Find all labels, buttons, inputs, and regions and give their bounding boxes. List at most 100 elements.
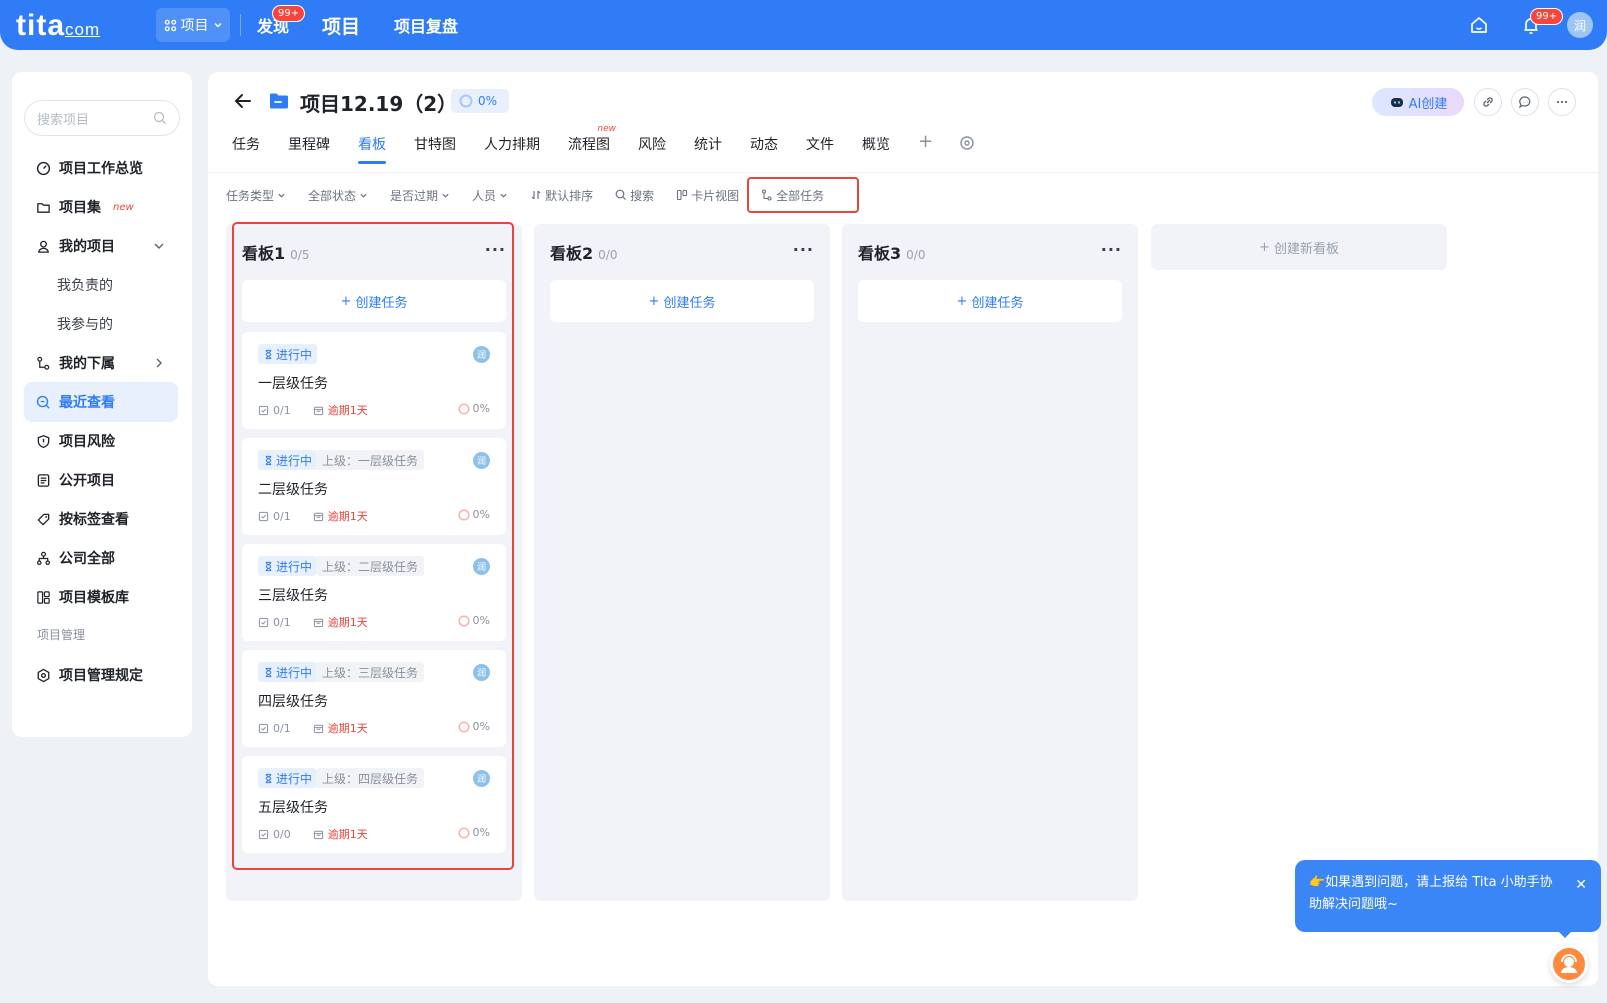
chevron-down-icon: [154, 243, 164, 249]
filter-people[interactable]: 人员: [472, 187, 508, 204]
chevron-down-icon: [442, 193, 449, 198]
board-highlight-frame: [232, 222, 514, 870]
back-arrow-icon[interactable]: [232, 90, 254, 112]
tab-risk[interactable]: 风险: [638, 134, 666, 164]
tab-statistics[interactable]: 统计: [694, 134, 722, 164]
sidebar-item-participated[interactable]: 我参与的: [24, 304, 178, 344]
tita-logo[interactable]: titacom: [16, 9, 100, 43]
dashboard-icon: [36, 161, 51, 175]
more-button[interactable]: [1548, 88, 1576, 116]
sidebar-item-overview[interactable]: 项目工作总览: [24, 148, 178, 188]
user-icon: [38, 240, 49, 253]
link-button[interactable]: [1474, 88, 1502, 116]
sidebar-item-tags[interactable]: 按标签查看: [24, 499, 178, 539]
sidebar-item-my-projects[interactable]: 我的项目: [24, 226, 178, 266]
column-more-button[interactable]: ···: [793, 240, 814, 259]
tooltip-pointer: [1557, 930, 1573, 938]
sidebar-item-recent[interactable]: 最近查看: [24, 382, 178, 422]
assistant-avatar[interactable]: [1550, 945, 1588, 983]
sidebar-item-rules[interactable]: 项目管理规定: [24, 655, 178, 695]
sidebar-item-subordinates[interactable]: 我的下属: [24, 343, 178, 383]
page-title: 项目12.19（2）: [300, 92, 458, 116]
tab-tasks[interactable]: 任务: [232, 134, 260, 164]
user-avatar[interactable]: 润: [1567, 12, 1593, 38]
chevron-right-icon: [156, 358, 162, 368]
nav-discover[interactable]: 发现 99+: [257, 0, 306, 50]
chat-bubble-icon: [1519, 96, 1531, 109]
tab-flowchart[interactable]: 流程图 new: [568, 124, 616, 164]
chevron-down-icon: [278, 193, 285, 198]
app-switcher-label: 项目: [180, 18, 209, 34]
all-tasks-filter[interactable]: 全部任务: [747, 177, 860, 213]
helper-tooltip: 👉如果遇到问题，请上报给 Tita 小助手协助解决问题哦~ ✕: [1295, 860, 1601, 932]
chevron-down-icon: [360, 193, 367, 198]
sidebar-item-company[interactable]: 公司全部: [24, 538, 178, 578]
card-view-button[interactable]: 卡片视图: [676, 187, 739, 204]
search-input[interactable]: 搜索项目: [24, 100, 180, 136]
subtask-tree-icon: [762, 189, 772, 201]
new-tag: new: [113, 201, 134, 213]
discover-badge: 99+: [272, 5, 306, 22]
gear-icon: [37, 668, 50, 682]
create-board-button[interactable]: + 创建新看板: [1151, 224, 1447, 270]
more-horizontal-icon: [1556, 100, 1568, 104]
filter-overdue[interactable]: 是否过期: [390, 187, 450, 204]
search-button[interactable]: 搜索: [615, 187, 654, 204]
project-folder-icon: [270, 93, 288, 109]
section-label-management: 项目管理: [37, 628, 86, 642]
sidebar-item-project-set[interactable]: 项目集 new: [24, 187, 178, 227]
sort-icon: [531, 190, 541, 200]
notification-badge: 99+: [1530, 8, 1564, 25]
filter-status[interactable]: 全部状态: [308, 187, 368, 204]
sidebar-item-owned[interactable]: 我负责的: [24, 265, 178, 305]
project-progress-badge: 0%: [451, 89, 509, 113]
create-task-button[interactable]: + 创建任务: [858, 280, 1122, 322]
divider: [208, 172, 1598, 173]
filter-task-type[interactable]: 任务类型: [226, 187, 286, 204]
sidebar-item-public[interactable]: 公开项目: [24, 460, 178, 500]
link-icon: [1483, 97, 1493, 107]
comment-button[interactable]: [1511, 88, 1539, 116]
recent-search-icon: [36, 395, 50, 409]
close-icon[interactable]: ✕: [1575, 874, 1587, 896]
list-doc-icon: [37, 473, 50, 487]
kanban-column-2: 看板2 0/0 ··· + 创建任务: [534, 224, 830, 901]
tab-kanban[interactable]: 看板: [358, 134, 386, 164]
sort-button[interactable]: 默认排序: [530, 187, 593, 204]
app-switcher[interactable]: 项目: [156, 8, 230, 42]
settings-target-icon[interactable]: [959, 135, 975, 151]
progress-ring-icon: [459, 94, 473, 108]
column-title: 看板2 0/0: [550, 244, 618, 263]
helper-message: 👉如果遇到问题，请上报给 Tita 小助手协助解决问题哦~: [1309, 875, 1553, 912]
assistant-icon: [1561, 954, 1577, 973]
top-bar: titacom 项目 发现 99+ 项目 项目复盘 99+ 润: [0, 0, 1607, 50]
robot-icon: [1390, 98, 1403, 107]
home-icon[interactable]: [1467, 13, 1491, 37]
shield-icon: [37, 434, 50, 448]
tab-resource-schedule[interactable]: 人力排期: [484, 134, 540, 164]
tab-activity[interactable]: 动态: [750, 134, 778, 164]
folder-icon: [37, 202, 50, 213]
tab-overview[interactable]: 概览: [862, 134, 890, 164]
org-tree-icon: [37, 356, 50, 370]
column-count: 0/0: [906, 248, 926, 262]
sidebar-item-templates[interactable]: 项目模板库: [24, 577, 178, 617]
nav-project-review[interactable]: 项目复盘: [394, 0, 458, 50]
grid-icon: [164, 19, 176, 31]
tab-gantt[interactable]: 甘特图: [414, 134, 456, 164]
sidebar: 搜索项目 项目工作总览 项目集 new 我的项目 我负责的 我参与的 我的下属 最…: [12, 72, 192, 737]
template-icon: [37, 590, 50, 604]
create-task-button[interactable]: + 创建任务: [550, 280, 814, 322]
column-more-button[interactable]: ···: [1101, 240, 1122, 259]
nav-project[interactable]: 项目: [322, 0, 360, 50]
sidebar-item-risk[interactable]: 项目风险: [24, 421, 178, 461]
tab-files[interactable]: 文件: [806, 134, 834, 164]
project-tabs: 任务 里程碑 看板 甘特图 人力排期 流程图 new 风险 统计 动态 文件 概览…: [232, 124, 975, 164]
ai-create-button[interactable]: AI创建: [1372, 88, 1464, 116]
search-icon: [615, 189, 627, 200]
add-tab-icon[interactable]: +: [918, 133, 933, 164]
filter-bar: 任务类型 全部状态 是否过期 人员 默认排序 搜索 卡片视图 全部任务: [226, 177, 881, 213]
org-chart-icon: [36, 551, 51, 565]
chevron-down-icon: [500, 193, 507, 198]
tab-milestones[interactable]: 里程碑: [288, 134, 330, 164]
